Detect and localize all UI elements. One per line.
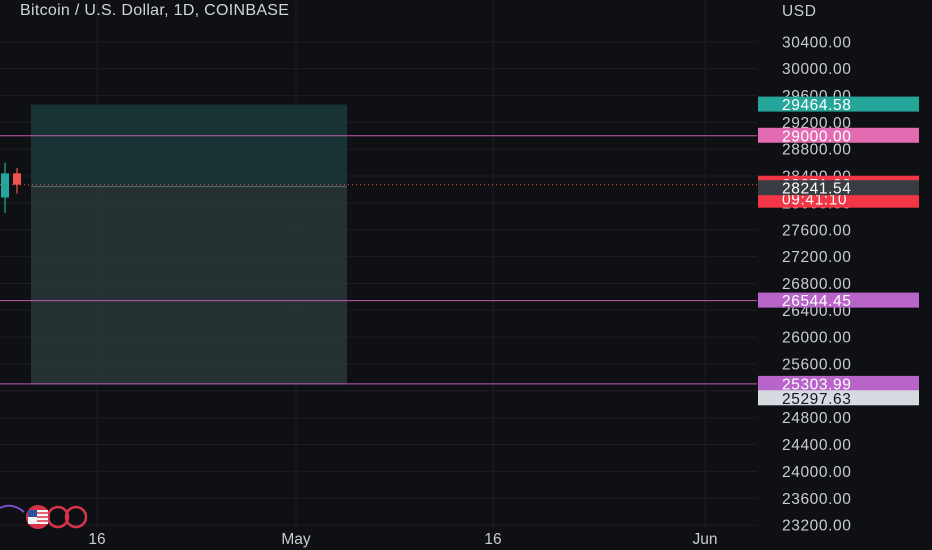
- price-tick-label: 27200.00: [782, 249, 851, 266]
- price-tick-label: 26000.00: [782, 330, 851, 347]
- price-tag-label: 28241.54: [782, 181, 851, 198]
- chart-title: Bitcoin / U.S. Dollar, 1D, COINBASE: [20, 2, 290, 19]
- logo-flag-canton: [28, 510, 37, 517]
- currency-label: USD: [782, 3, 817, 20]
- price-tick-label: 24000.00: [782, 464, 851, 481]
- price-tag-label: 26544.45: [782, 293, 851, 310]
- time-tick-label: 16: [88, 531, 105, 548]
- price-chart[interactable]: USD 23200.00 23600.00 24000.00 24400.00 24800…: [0, 0, 932, 550]
- price-tag-label: 25297.63: [782, 391, 851, 408]
- long-position-zones[interactable]: [31, 104, 347, 385]
- price-tick-label: 24800.00: [782, 410, 851, 427]
- price-tag-label: 29000.00: [782, 128, 851, 145]
- candle-body: [13, 173, 21, 185]
- price-tick-label: 23600.00: [782, 491, 851, 508]
- price-tag-label: 29464.58: [782, 97, 851, 114]
- price-tick-label: 30400.00: [782, 34, 851, 51]
- loss-zone[interactable]: [31, 186, 347, 385]
- price-tick-label: 25600.00: [782, 357, 851, 374]
- time-tick-label: May: [281, 531, 311, 548]
- price-tick-label: 26800.00: [782, 276, 851, 293]
- price-tick-label: 27600.00: [782, 222, 851, 239]
- time-tick-label: 16: [484, 531, 501, 548]
- candle-body: [1, 173, 9, 198]
- price-tick-label: 30000.00: [782, 61, 851, 78]
- profit-zone[interactable]: [31, 104, 347, 187]
- price-tick-label: 24400.00: [782, 437, 851, 454]
- price-tick-label: 23200.00: [782, 518, 851, 535]
- time-tick-label: Jun: [693, 531, 718, 548]
